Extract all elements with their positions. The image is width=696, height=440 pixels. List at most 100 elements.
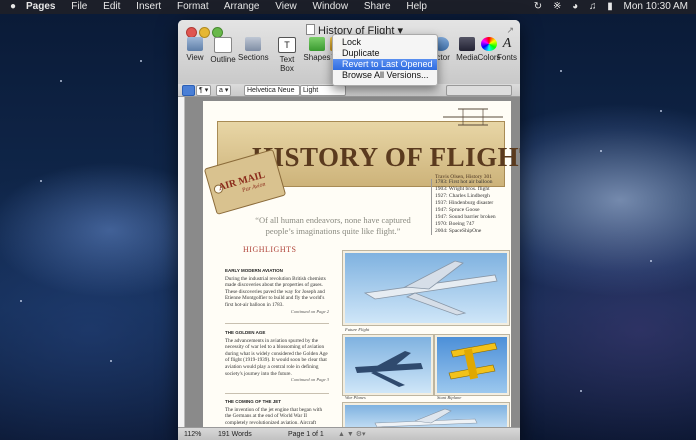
photo-stunt-biplane[interactable]: [435, 335, 509, 395]
section-early-modern: EARLY MODERN AVIATION During the industr…: [225, 268, 329, 315]
toolbar-label: Fonts: [496, 53, 517, 62]
menu-items: Pages File Edit Insert Format Arrange Vi…: [26, 0, 440, 14]
toolbar-sections-button[interactable]: Sections: [238, 37, 269, 62]
zoom-level[interactable]: 112%: [184, 428, 201, 440]
menu-share[interactable]: Share: [364, 1, 391, 12]
pull-quote: “Of all human endeavors, none have captu…: [255, 215, 411, 236]
highlights-heading: HIGHLIGHTS: [243, 245, 297, 254]
banner-title: HISTORY OF FLIGHT: [252, 142, 520, 172]
star: [650, 260, 652, 262]
photo-future-flight[interactable]: [343, 251, 509, 325]
style-drawer-button[interactable]: [182, 85, 195, 96]
warplane-icon: [355, 351, 423, 387]
timeline-item: 1947: Spruce Goose: [435, 207, 480, 213]
timeline-item: 1937: Hindenburg disaster: [435, 200, 494, 206]
menu-item-lock[interactable]: Lock: [333, 37, 437, 48]
status-bar: 112% 191 Words Page 1 of 1 ▲ ▼ ⚙▾: [178, 427, 520, 440]
section-heading: THE COMING OF THE JET: [225, 399, 282, 404]
star: [20, 300, 22, 302]
timeline-list: 1783: First hot air balloon 1903: Wright…: [431, 179, 515, 235]
star: [60, 80, 62, 82]
apple-menu-icon[interactable]: ●: [10, 0, 16, 14]
biplane-sketch-icon: [443, 108, 503, 126]
toolbar-textbox-button[interactable]: T Text Box: [272, 37, 302, 73]
photo-caption: Future Flight: [345, 327, 370, 332]
character-style-label: a: [219, 87, 223, 94]
section-jet: THE COMING OF THE JET The invention of t…: [225, 399, 329, 426]
paragraph-style-button[interactable]: ¶ ▾: [196, 85, 212, 96]
font-weight-select[interactable]: Light: [300, 85, 346, 96]
outline-icon: [214, 37, 232, 53]
section-heading: THE GOLDEN AGE: [225, 330, 266, 335]
menu-item-browse-versions[interactable]: Browse All Versions...: [333, 70, 437, 81]
clock[interactable]: Mon 10:30 AM: [624, 1, 688, 12]
document-icon: [306, 24, 315, 35]
timeline-item: 1970: Boeing 747: [435, 221, 475, 227]
menu-edit[interactable]: Edit: [103, 1, 120, 12]
version-menu: Lock Duplicate Revert to Last Opened Bro…: [332, 34, 438, 86]
toolbar-label: View: [186, 53, 204, 62]
battery-icon[interactable]: ▮: [607, 1, 613, 12]
document-page[interactable]: HISTORY OF FLIGHT Travis Olsen, History …: [203, 101, 520, 435]
media-icon: [459, 37, 475, 51]
textbox-icon: T: [278, 37, 296, 53]
thumbnail-controls-icon[interactable]: ▲ ▼ ⚙▾: [338, 428, 366, 440]
fullscreen-icon[interactable]: ↗: [506, 25, 514, 36]
biplane-icon: [448, 342, 498, 380]
menu-insert[interactable]: Insert: [136, 1, 161, 12]
section-body: The invention of the jet engine that beg…: [225, 406, 323, 426]
character-style-select[interactable]: a ▾: [216, 85, 232, 96]
menu-arrange[interactable]: Arrange: [224, 1, 260, 12]
timeline-item: 1927: Charles Lindbergh: [435, 193, 490, 199]
star: [560, 70, 562, 72]
continued-note: Continued on Page 3: [290, 377, 329, 383]
menu-window[interactable]: Window: [313, 1, 349, 12]
section-body: The advancements in aviation spurred by …: [225, 337, 328, 377]
word-count[interactable]: 191 Words: [218, 428, 252, 440]
menu-extras: ↻ ※ ◕ ♫ ▮ Mon 10:30 AM: [526, 0, 688, 14]
star: [140, 60, 142, 62]
timeline-item: 1903: Wright bros. flight: [435, 186, 490, 192]
future-plane-icon: [363, 260, 498, 316]
menu-view[interactable]: View: [275, 1, 297, 12]
continued-note: Continued on Page 2: [290, 308, 329, 314]
menu-bar: ● Pages File Edit Insert Format Arrange …: [0, 0, 696, 14]
photo-war-planes[interactable]: [343, 335, 433, 395]
shapes-icon: [309, 37, 325, 51]
star: [40, 180, 42, 182]
section-golden-age: THE GOLDEN AGE The advancements in aviat…: [225, 330, 329, 384]
volume-icon[interactable]: ♫: [589, 1, 597, 12]
timeline-item: 2004: SpaceShipOne: [435, 228, 482, 234]
star: [600, 150, 602, 152]
font-family-select[interactable]: Helvetica Neue: [244, 85, 300, 96]
bluetooth-icon[interactable]: ※: [553, 1, 561, 12]
toolbar-fonts-button[interactable]: A Fonts: [494, 36, 520, 63]
menu-format[interactable]: Format: [177, 1, 209, 12]
menu-item-revert[interactable]: Revert to Last Opened: [333, 59, 437, 70]
menu-help[interactable]: Help: [406, 1, 427, 12]
timeline-item: 1783: First hot air balloon: [435, 179, 493, 185]
menu-file[interactable]: File: [71, 1, 87, 12]
menu-item-duplicate[interactable]: Duplicate: [333, 48, 437, 59]
star: [580, 390, 582, 392]
star: [660, 110, 662, 112]
photo-caption: Stunt Biplane: [437, 395, 462, 400]
sections-icon: [245, 37, 261, 51]
section-body: During the industrial revolution British…: [225, 275, 326, 308]
page-indicator: Page 1 of 1: [288, 431, 324, 438]
wifi-icon[interactable]: ◕: [572, 1, 578, 12]
section-divider: [225, 393, 329, 394]
toolbar-outline-button[interactable]: Outline: [208, 37, 238, 64]
toolbar-label: Sections: [238, 53, 269, 62]
toolbar-view-button[interactable]: View: [180, 37, 210, 62]
sync-icon[interactable]: ↻: [534, 1, 542, 12]
alignment-buttons[interactable]: [446, 85, 512, 96]
document-canvas: HISTORY OF FLIGHT Travis Olsen, History …: [185, 97, 520, 435]
toolbar-label: Text Box: [279, 55, 295, 73]
vertical-ruler: [178, 97, 185, 427]
timeline-item: 1947: Sound barrier broken: [435, 214, 496, 220]
section-heading: EARLY MODERN AVIATION: [225, 268, 283, 273]
fonts-icon: A: [502, 36, 512, 51]
menu-pages[interactable]: Pages: [26, 1, 55, 12]
view-icon: [187, 37, 203, 51]
